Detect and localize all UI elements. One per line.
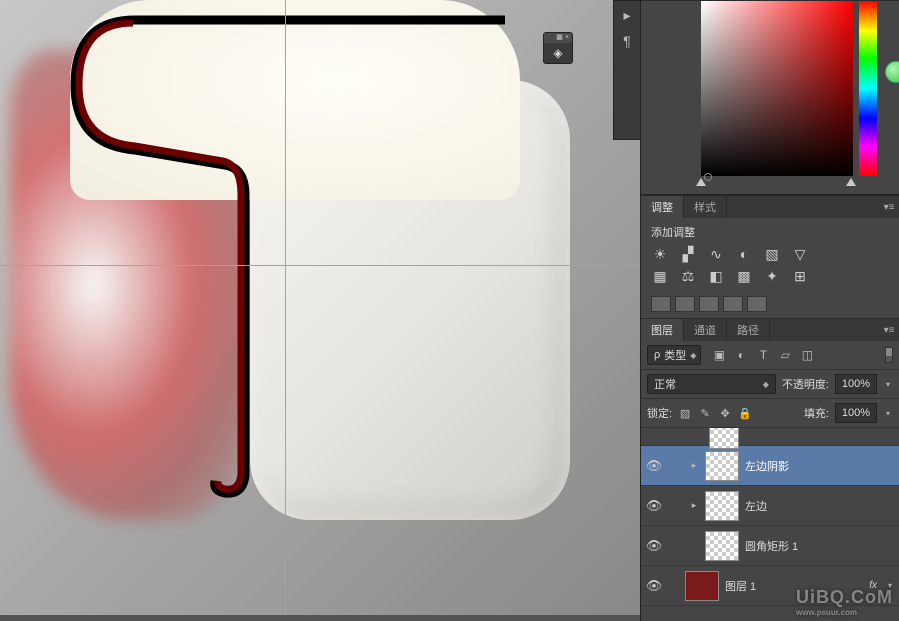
floating-3d-widget[interactable]: ▦× ◈: [543, 32, 573, 64]
tab-adjustments[interactable]: 调整: [641, 196, 684, 218]
paragraph-icon[interactable]: ¶: [617, 33, 637, 53]
adjustment-icons-row2: ▦ ⚖ ◧ ▩ ✦ ⊞: [651, 268, 889, 284]
layer-thumbnail[interactable]: [705, 491, 739, 521]
fx-badge[interactable]: fx: [869, 580, 877, 591]
color-picker-panel: [641, 0, 899, 195]
color-field[interactable]: [701, 1, 853, 176]
triangle-icon[interactable]: ▽: [791, 246, 809, 262]
preset-swatch[interactable]: [723, 296, 743, 312]
lock-fill-row: 锁定: ▨ ✎ ✥ 🔒 填充: 100% ▾: [641, 399, 899, 428]
layer-thumbnail[interactable]: [705, 531, 739, 561]
balance-icon[interactable]: ⚖: [679, 268, 697, 284]
lock-label: 锁定:: [647, 405, 672, 421]
layer-name[interactable]: 圆角矩形 1: [745, 538, 895, 554]
preset-swatch[interactable]: [675, 296, 695, 312]
panel-menu-icon[interactable]: ▾≡: [879, 196, 899, 218]
layer-item[interactable]: 👁 ▸ 左边: [641, 486, 899, 526]
exposure-icon[interactable]: ◐: [735, 246, 753, 262]
layer-thumbnail[interactable]: [705, 451, 739, 481]
layer-kind-filter[interactable]: ρ 类型 ◆: [647, 345, 701, 365]
chevron-down-icon: ◆: [690, 351, 696, 360]
blend-mode-dropdown[interactable]: 正常 ◆: [647, 374, 776, 394]
preset-swatch[interactable]: [651, 296, 671, 312]
preset-swatch[interactable]: [747, 296, 767, 312]
layer-name[interactable]: 图层 1: [725, 578, 863, 594]
adjustment-presets: [651, 296, 889, 312]
chevron-down-icon[interactable]: ▾: [885, 581, 895, 590]
visibility-toggle[interactable]: 👁: [645, 458, 663, 474]
shape-filter-icon[interactable]: ▱: [777, 347, 793, 363]
tab-channels[interactable]: 通道: [684, 319, 727, 341]
chevron-down-icon[interactable]: ▾: [883, 380, 893, 389]
lookup-icon[interactable]: ⊞: [791, 268, 809, 284]
adjustment-icons-row1: ☀ ▞ ∿ ◐ ▧ ▽: [651, 246, 889, 262]
opacity-input[interactable]: 100%: [835, 374, 877, 394]
layer-item-partial[interactable]: [641, 428, 899, 446]
layer-thumbnail[interactable]: [709, 428, 739, 449]
visibility-toggle[interactable]: 👁: [645, 538, 663, 554]
lock-position-icon[interactable]: ✥: [718, 407, 732, 420]
layers-panel: 图层 通道 路径 ▾≡ ρ 类型 ◆ ▣ ◐ T ▱ ◫ 正常 ◆: [641, 318, 899, 621]
hue-icon[interactable]: ▦: [651, 268, 669, 284]
expand-toggle[interactable]: ▸: [689, 460, 699, 471]
horizontal-guide[interactable]: [0, 265, 640, 266]
visibility-toggle[interactable]: 👁: [645, 578, 663, 594]
tab-paths[interactable]: 路径: [727, 319, 770, 341]
adjustment-filter-icon[interactable]: ◐: [733, 347, 749, 363]
add-adjustment-label: 添加调整: [651, 224, 889, 240]
green-badge-icon[interactable]: [885, 61, 899, 83]
visibility-toggle[interactable]: 👁: [645, 498, 663, 514]
blend-opacity-row: 正常 ◆ 不透明度: 100% ▾: [641, 370, 899, 399]
canvas-area[interactable]: ▦× ◈: [0, 0, 640, 615]
right-panel-dock: ▸ ¶ 调整 样式 ▾≡ 添加调整 ☀ ▞ ∿ ◐ ▧ ▽: [640, 0, 899, 621]
preset-swatch[interactable]: [699, 296, 719, 312]
color-slider-handles[interactable]: [696, 178, 856, 190]
layer-filter-bar: ρ 类型 ◆ ▣ ◐ T ▱ ◫: [641, 341, 899, 370]
photo-filter-icon[interactable]: ▩: [735, 268, 753, 284]
artwork: [10, 0, 590, 550]
layer-name[interactable]: 左边: [745, 498, 895, 514]
3d-icon[interactable]: ◈: [544, 43, 572, 63]
bw-icon[interactable]: ◧: [707, 268, 725, 284]
levels-icon[interactable]: ▞: [679, 246, 697, 262]
image-filter-icon[interactable]: ▣: [711, 347, 727, 363]
lock-transparent-icon[interactable]: ▨: [678, 407, 692, 420]
adjustments-panel: 调整 样式 ▾≡ 添加调整 ☀ ▞ ∿ ◐ ▧ ▽ ▦ ⚖ ◧ ▩ ✦ ⊞: [641, 195, 899, 318]
layer-item[interactable]: 👁 图层 1 fx ▾: [641, 566, 899, 606]
layer-thumbnail[interactable]: [685, 571, 719, 601]
search-icon: ρ: [654, 349, 660, 361]
chevron-down-icon: ◆: [763, 380, 769, 389]
layer-item[interactable]: 👁 ▸ 左边阴影: [641, 446, 899, 486]
vertical-guide[interactable]: [285, 0, 286, 615]
opacity-label: 不透明度:: [782, 376, 829, 392]
tab-layers[interactable]: 图层: [641, 319, 684, 341]
vibrance-icon[interactable]: ▧: [763, 246, 781, 262]
channel-mixer-icon[interactable]: ✦: [763, 268, 781, 284]
layer-name[interactable]: 左边阴影: [745, 458, 895, 474]
hue-slider[interactable]: [859, 1, 877, 176]
brightness-icon[interactable]: ☀: [651, 246, 669, 262]
fill-input[interactable]: 100%: [835, 403, 877, 423]
layer-list: 👁 ▸ 左边阴影 👁 ▸ 左边 👁 圆角矩形 1 👁 图层 1 fx ▾: [641, 428, 899, 621]
collapsed-icon[interactable]: ▸: [617, 7, 637, 27]
smart-filter-icon[interactable]: ◫: [799, 347, 815, 363]
fill-label: 填充:: [804, 405, 829, 421]
chevron-down-icon[interactable]: ▾: [883, 409, 893, 418]
tab-styles[interactable]: 样式: [684, 196, 727, 218]
lock-brush-icon[interactable]: ✎: [698, 407, 712, 420]
expand-toggle[interactable]: ▸: [689, 500, 699, 511]
panel-menu-icon[interactable]: ▾≡: [879, 319, 899, 341]
filter-toggle[interactable]: [885, 347, 893, 363]
type-filter-icon[interactable]: T: [755, 347, 771, 363]
layer-item[interactable]: 👁 圆角矩形 1: [641, 526, 899, 566]
lock-all-icon[interactable]: 🔒: [738, 407, 752, 420]
curves-icon[interactable]: ∿: [707, 246, 725, 262]
widget-drag-handle[interactable]: ▦×: [544, 33, 572, 43]
collapsed-panel-strip[interactable]: ▸ ¶: [613, 0, 641, 140]
